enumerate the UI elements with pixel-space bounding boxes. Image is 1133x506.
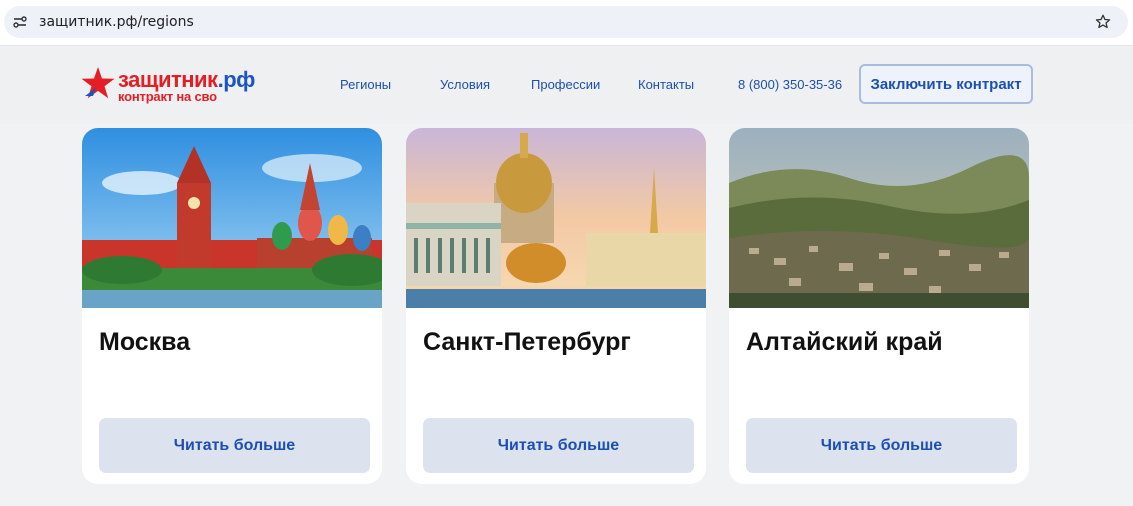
site-header: защитник.рф контракт на сво Регионы Усло… xyxy=(0,46,1133,124)
saint-petersburg-image xyxy=(406,128,706,308)
region-card-moscow: Москва Читать больше xyxy=(82,128,382,484)
logo-subtitle: контракт на сво xyxy=(118,89,217,104)
site-info-icon[interactable] xyxy=(12,14,28,30)
card-title: Москва xyxy=(99,328,191,356)
region-card-altai: Алтайский край Читать больше xyxy=(729,128,1029,484)
browser-toolbar: защитник.рф/regions xyxy=(0,0,1133,46)
moscow-image xyxy=(82,128,382,308)
read-more-button[interactable]: Читать больше xyxy=(99,418,370,473)
card-title: Алтайский край xyxy=(746,328,943,356)
nav-professions[interactable]: Профессии xyxy=(531,77,600,92)
card-title: Санкт-Петербург xyxy=(423,328,631,356)
url-text[interactable]: защитник.рф/regions xyxy=(39,14,194,30)
nav-contacts[interactable]: Контакты xyxy=(638,77,694,92)
read-more-button[interactable]: Читать больше xyxy=(423,418,694,473)
phone-link[interactable]: 8 (800) 350-35-36 xyxy=(738,77,842,92)
read-more-button[interactable]: Читать больше xyxy=(746,418,1017,473)
nav-regions[interactable]: Регионы xyxy=(340,77,391,92)
altai-krai-image xyxy=(729,128,1029,308)
region-card-spb: Санкт-Петербург Читать больше xyxy=(406,128,706,484)
logo-star-icon xyxy=(81,67,115,99)
address-bar[interactable]: защитник.рф/regions xyxy=(4,6,1128,38)
logo-tld: .рф xyxy=(217,67,256,92)
nav-conditions[interactable]: Условия xyxy=(440,77,490,92)
site-logo[interactable]: защитник.рф контракт на сво xyxy=(80,66,260,106)
sign-contract-button[interactable]: Заключить контракт xyxy=(859,64,1033,104)
bookmark-star-icon[interactable] xyxy=(1094,13,1112,31)
